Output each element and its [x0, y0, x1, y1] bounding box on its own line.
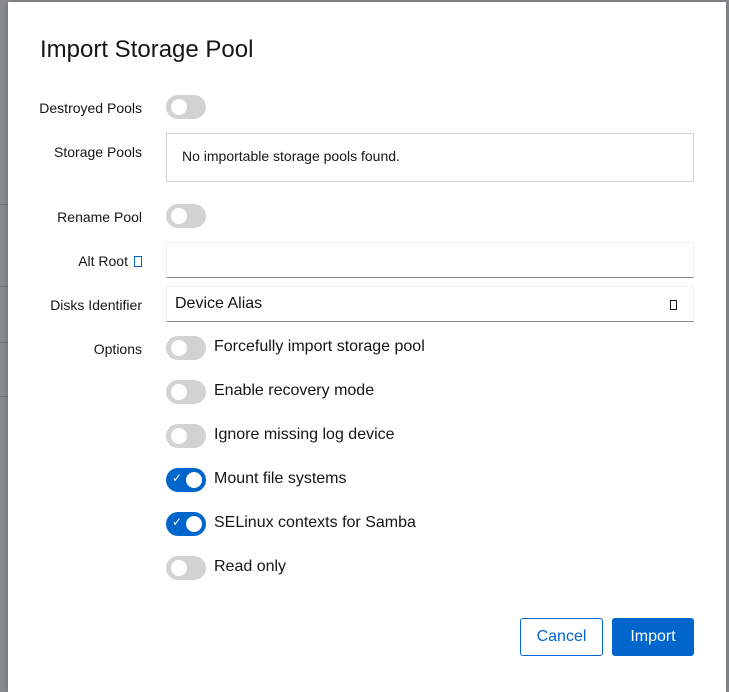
destroyed-pools-switch[interactable]: ✓	[166, 95, 206, 119]
recovery-mode-switch[interactable]: ✓	[166, 380, 206, 404]
options-label: Options	[93, 341, 142, 357]
alt-root-label: Alt Root	[78, 253, 142, 269]
disks-identifier-value: Device Alias	[175, 295, 263, 312]
storage-pools-empty-message: No importable storage pools found.	[182, 148, 400, 164]
switch-knob	[186, 516, 202, 532]
ignore-missing-log-switch[interactable]: ✓	[166, 424, 206, 448]
alt-root-input[interactable]	[166, 242, 694, 278]
check-icon: ✓	[172, 471, 183, 485]
dialog-title: Import Storage Pool	[40, 36, 254, 63]
switch-knob	[171, 340, 187, 356]
forcefully-import-label: Forcefully import storage pool	[214, 338, 425, 355]
import-button[interactable]: Import	[612, 618, 694, 656]
help-icon[interactable]	[134, 256, 142, 267]
cancel-button[interactable]: Cancel	[520, 618, 603, 656]
disks-identifier-select[interactable]: Device Alias	[166, 286, 694, 322]
disks-identifier-label: Disks Identifier	[50, 297, 142, 313]
read-only-label: Read only	[214, 558, 287, 575]
switch-knob	[171, 428, 187, 444]
destroyed-pools-label: Destroyed Pools	[39, 100, 142, 116]
mount-file-systems-switch[interactable]: ✓	[166, 468, 206, 492]
switch-knob	[171, 384, 187, 400]
ignore-missing-log-label: Ignore missing log device	[214, 426, 395, 443]
dropdown-caret-icon	[670, 300, 677, 310]
selinux-samba-label: SELinux contexts for Samba	[214, 514, 416, 531]
forcefully-import-switch[interactable]: ✓	[166, 336, 206, 360]
check-icon: ✓	[172, 515, 183, 529]
selinux-samba-switch[interactable]: ✓	[166, 512, 206, 536]
alt-root-label-text: Alt Root	[78, 253, 128, 269]
storage-pools-list: No importable storage pools found.	[166, 133, 694, 182]
rename-pool-label: Rename Pool	[57, 209, 142, 225]
switch-knob	[171, 208, 187, 224]
switch-knob	[186, 472, 202, 488]
recovery-mode-label: Enable recovery mode	[214, 382, 375, 399]
switch-knob	[171, 560, 187, 576]
switch-knob	[171, 99, 187, 115]
import-storage-pool-dialog: Import Storage Pool Destroyed Pools ✓ St…	[8, 2, 726, 692]
read-only-switch[interactable]: ✓	[166, 556, 206, 580]
mount-file-systems-label: Mount file systems	[214, 470, 347, 487]
rename-pool-switch[interactable]: ✓	[166, 204, 206, 228]
storage-pools-label: Storage Pools	[54, 144, 142, 160]
